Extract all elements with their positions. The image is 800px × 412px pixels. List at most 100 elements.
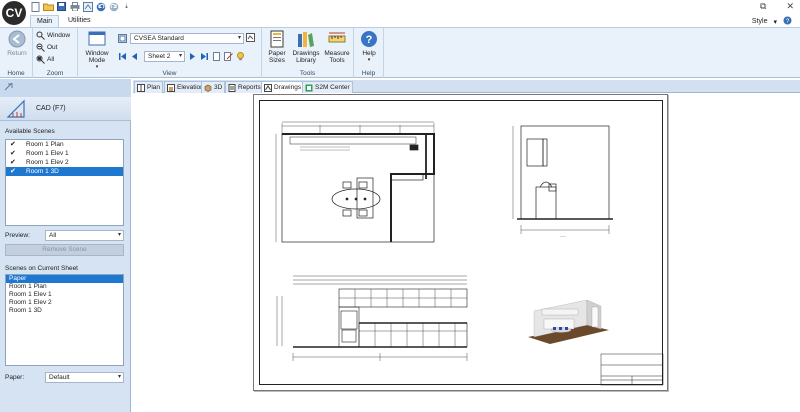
new-file-icon[interactable]: [30, 1, 41, 12]
window-mode-button[interactable]: Window Mode ▾: [82, 30, 112, 71]
list-item[interactable]: Room 1 Elev 2: [6, 299, 123, 307]
help-label: Help: [362, 50, 376, 57]
close-window-icon[interactable]: ✕: [786, 0, 794, 13]
paper-sheet: ——: [253, 94, 668, 391]
chevron-down-icon: ▾: [117, 374, 121, 380]
drawing-canvas[interactable]: ——: [133, 94, 800, 412]
standard-combobox[interactable]: CVSEA Standard ▾: [130, 33, 244, 44]
zoom-out-label: Out: [47, 44, 58, 51]
style-menu[interactable]: Style ▾ ?: [752, 16, 792, 27]
drawing-icon[interactable]: [82, 1, 93, 12]
style-label: Style: [751, 18, 768, 25]
remove-scene-button[interactable]: Remove Scene: [5, 244, 124, 256]
room-plan-view[interactable]: [275, 121, 435, 243]
window-mode-label: Window Mode: [85, 50, 109, 64]
checkmark-icon[interactable]: ✔: [10, 140, 16, 149]
help-button[interactable]: ? Help ▾: [357, 30, 381, 64]
paper-sizes-icon: [270, 30, 284, 48]
drawings-library-button[interactable]: Drawings Library: [290, 30, 322, 64]
tab-3d[interactable]: 3D: [201, 81, 226, 93]
chevron-down-icon: ▾: [237, 35, 241, 41]
zoom-out-button[interactable]: Out: [36, 43, 57, 52]
window-mode-icon: [88, 31, 106, 46]
zoom-all-button[interactable]: All: [36, 55, 54, 64]
help-small-icon[interactable]: ?: [783, 16, 792, 27]
drawings-library-label: Drawings Library: [292, 50, 320, 64]
sheet-combobox[interactable]: Sheet 2 ▾: [144, 51, 185, 62]
group-zoom-label: Zoom: [46, 70, 64, 77]
list-item[interactable]: Room 1 Plan: [6, 283, 123, 291]
edit-sheet-button[interactable]: [224, 52, 233, 61]
new-sheet-button[interactable]: [212, 52, 221, 61]
restore-window-icon[interactable]: ⧉: [760, 0, 766, 13]
zoom-window-button[interactable]: Window: [36, 31, 70, 40]
room-3d-view[interactable]: [528, 299, 609, 344]
title-block[interactable]: [600, 353, 664, 386]
tab-reports[interactable]: Reports: [225, 81, 264, 93]
chevron-down-icon: ▾: [178, 53, 182, 59]
list-item[interactable]: Paper: [6, 275, 123, 283]
save-icon[interactable]: [56, 1, 67, 12]
measure-tools-icon: [328, 32, 346, 43]
zoom-all-icon: [36, 55, 45, 64]
app-logo[interactable]: CV: [2, 1, 26, 25]
paper-border: ——: [259, 100, 664, 386]
tab-drawings[interactable]: Drawings: [261, 81, 305, 93]
tab-s2m-center[interactable]: S2M Center: [302, 81, 353, 93]
list-item[interactable]: ✔ Room 1 Elev 1: [6, 149, 123, 158]
cad-icon: [6, 99, 25, 118]
paper-select-value: Default: [49, 374, 70, 381]
lightbulb-icon: [237, 52, 244, 61]
standard-combobox-value: CVSEA Standard: [134, 35, 184, 42]
scenes-on-sheet-list[interactable]: Paper Room 1 Plan Room 1 Elev 1 Room 1 E…: [5, 274, 124, 366]
left-panel: CAD (F7) Available Scenes ✔ Room 1 Plan ✔…: [0, 79, 131, 412]
print-icon[interactable]: [69, 1, 80, 12]
first-sheet-button[interactable]: [118, 52, 127, 61]
pin-icon[interactable]: [4, 82, 13, 93]
group-view-label: View: [162, 70, 177, 77]
available-scenes-heading: Available Scenes: [5, 128, 55, 135]
paper-sizes-button[interactable]: Paper Sizes: [264, 30, 290, 64]
previous-sheet-icon: [132, 53, 137, 60]
scene-label: Room 1 3D: [26, 168, 59, 175]
list-item[interactable]: Room 1 Elev 1: [6, 291, 123, 299]
drawings-icon: [264, 83, 272, 92]
tab-main[interactable]: Main: [30, 15, 60, 27]
last-sheet-button[interactable]: [200, 52, 209, 61]
previous-sheet-button[interactable]: [130, 52, 139, 61]
paper-label: Paper:: [5, 374, 25, 381]
list-item[interactable]: ✔ Room 1 Plan: [6, 140, 123, 149]
list-item[interactable]: Room 1 3D: [6, 307, 123, 315]
measure-tools-button[interactable]: Measure Tools: [322, 30, 352, 64]
document-tab-bar: Plan Elevation 3D Reports Drawings S2M C…: [133, 80, 800, 93]
available-scenes-list[interactable]: ✔ Room 1 Plan ✔ Room 1 Elev 1 ✔ Room 1 Elev…: [5, 139, 124, 226]
undo-icon[interactable]: [95, 1, 106, 12]
customize-toolbar-icon[interactable]: ⇣: [121, 1, 132, 12]
tab-plan[interactable]: Plan: [134, 81, 164, 93]
preview-select[interactable]: All ▾: [45, 230, 124, 241]
room-elevation-2[interactable]: ——: [512, 125, 613, 238]
zoom-window-label: Window: [47, 32, 71, 39]
paper-select[interactable]: Default ▾: [45, 372, 124, 383]
list-item[interactable]: ✔ Room 1 3D: [6, 167, 123, 176]
room-elevation-1[interactable]: [276, 275, 468, 361]
tip-button[interactable]: [236, 52, 245, 61]
next-sheet-button[interactable]: [188, 52, 197, 61]
cad-button[interactable]: CAD (F7): [0, 97, 131, 120]
group-zoom: Window Out All Zoom: [33, 28, 78, 78]
style-dropdown-arrow: ▾: [773, 18, 777, 26]
zoom-all-label: All: [47, 56, 55, 63]
return-icon: [8, 30, 26, 48]
standard-icon: [118, 34, 127, 43]
return-button[interactable]: Return: [3, 30, 31, 57]
last-sheet-icon: [201, 53, 208, 60]
list-item[interactable]: ✔ Room 1 Elev 2: [6, 158, 123, 167]
scene-label: Room 1 Plan: [26, 141, 64, 148]
redo-icon[interactable]: [108, 1, 119, 12]
open-folder-icon[interactable]: [43, 1, 54, 12]
view-options-button[interactable]: [246, 33, 255, 42]
tab-utilities[interactable]: Utilities: [62, 15, 97, 27]
checkmark-icon[interactable]: ✔: [10, 149, 16, 158]
checkmark-icon[interactable]: ✔: [10, 167, 16, 176]
checkmark-icon[interactable]: ✔: [10, 158, 16, 167]
